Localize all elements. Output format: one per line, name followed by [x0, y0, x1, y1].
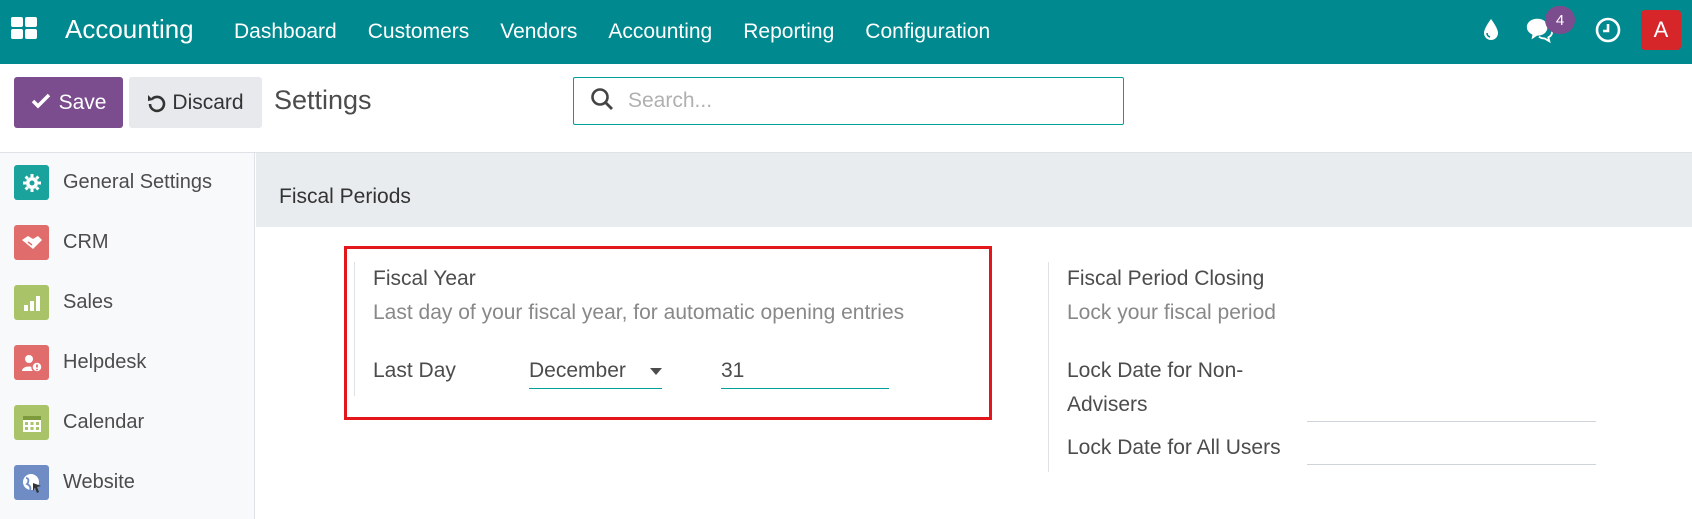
- sidebar-item-label: Calendar: [63, 410, 145, 433]
- main-menu: Dashboard Customers Vendors Accounting R…: [234, 0, 1021, 64]
- apps-grid-icon[interactable]: [11, 17, 39, 41]
- section-header: Fiscal Periods: [256, 153, 1692, 227]
- section-title: Fiscal Periods: [279, 185, 411, 208]
- page-title: Settings: [274, 85, 372, 115]
- fiscal-year-description: Last day of your fiscal year, for automa…: [373, 301, 905, 324]
- app-name[interactable]: Accounting: [65, 14, 194, 45]
- control-panel: Save Discard Settings: [0, 64, 1692, 153]
- fiscal-month-value: December: [529, 359, 626, 382]
- helpdesk-icon: [14, 345, 49, 380]
- fiscal-day-input[interactable]: 31: [721, 354, 889, 389]
- lock-date-all-users-label: Lock Date for All Users: [1067, 436, 1281, 459]
- discard-button-label: Discard: [172, 90, 244, 114]
- sidebar-item-label: CRM: [63, 230, 109, 253]
- menu-vendors[interactable]: Vendors: [500, 20, 577, 44]
- lock-date-non-advisers-label-line1: Lock Date for Non-: [1067, 359, 1244, 382]
- menu-reporting[interactable]: Reporting: [743, 20, 834, 44]
- sidebar-item-label: Helpdesk: [63, 350, 147, 373]
- fiscal-year-title: Fiscal Year: [373, 267, 476, 290]
- sidebar-item-label: General Settings: [63, 170, 212, 193]
- lock-date-non-advisers-label-line2: Advisers: [1067, 393, 1148, 416]
- sidebar-item-label: Sales: [63, 290, 114, 313]
- settings-sidebar: General Settings CRM Sales Helpdesk Cale…: [0, 153, 255, 519]
- setting-divider: [1048, 262, 1049, 472]
- search-icon: [590, 87, 614, 116]
- menu-accounting[interactable]: Accounting: [608, 20, 712, 44]
- top-navbar: Accounting Dashboard Customers Vendors A…: [0, 0, 1692, 64]
- fiscal-period-closing-description: Lock your fiscal period: [1067, 301, 1276, 324]
- search-input[interactable]: [628, 89, 1088, 113]
- sidebar-item-sales[interactable]: Sales: [0, 273, 255, 331]
- chevron-down-icon: [650, 368, 662, 375]
- last-day-label: Last Day: [373, 359, 456, 382]
- menu-dashboard[interactable]: Dashboard: [234, 20, 337, 44]
- sidebar-item-general-settings[interactable]: General Settings: [0, 153, 255, 211]
- sidebar-item-website[interactable]: Website: [0, 453, 255, 511]
- discard-button[interactable]: Discard: [129, 77, 262, 128]
- sidebar-item-helpdesk[interactable]: Helpdesk: [0, 333, 255, 391]
- undo-icon: [148, 94, 166, 112]
- menu-customers[interactable]: Customers: [368, 20, 470, 44]
- calendar-icon: [14, 405, 49, 440]
- save-button-label: Save: [58, 90, 107, 114]
- clock-icon[interactable]: [1594, 16, 1622, 44]
- fiscal-day-value: 31: [721, 359, 745, 382]
- gear-icon: [14, 165, 49, 200]
- menu-configuration[interactable]: Configuration: [865, 20, 990, 44]
- save-button[interactable]: Save: [14, 77, 123, 128]
- user-avatar[interactable]: A: [1641, 10, 1681, 50]
- lock-date-all-users-input[interactable]: [1307, 464, 1596, 465]
- droplet-icon[interactable]: [1477, 16, 1505, 44]
- chart-icon: [14, 285, 49, 320]
- check-icon: [31, 91, 51, 115]
- sidebar-item-calendar[interactable]: Calendar: [0, 393, 255, 451]
- globe-icon: [14, 465, 49, 500]
- setting-divider: [354, 262, 355, 396]
- sidebar-item-crm[interactable]: CRM: [0, 213, 255, 271]
- handshake-icon: [14, 225, 49, 260]
- fiscal-month-select[interactable]: December: [529, 354, 662, 389]
- sidebar-item-label: Website: [63, 470, 135, 493]
- lock-date-non-advisers-input[interactable]: [1307, 421, 1596, 422]
- messages-count-badge: 4: [1545, 6, 1575, 34]
- fiscal-period-closing-title: Fiscal Period Closing: [1067, 267, 1265, 290]
- search-box[interactable]: [573, 77, 1124, 125]
